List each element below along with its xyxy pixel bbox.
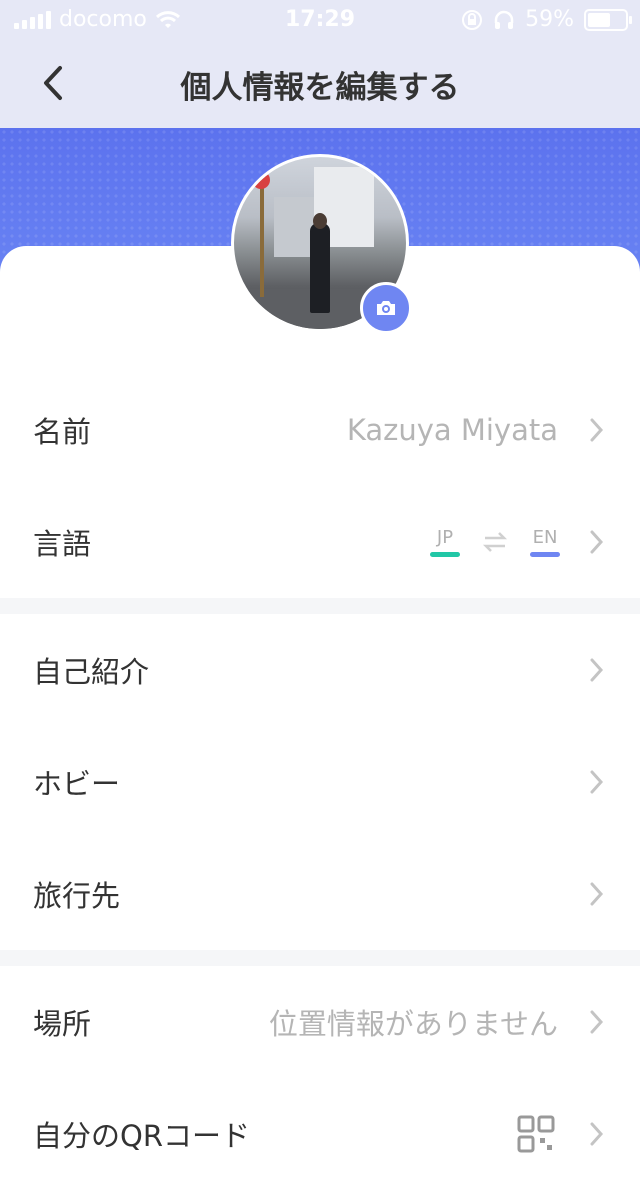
section-divider xyxy=(0,598,640,614)
page-title: 個人情報を編集する xyxy=(180,70,460,106)
hobby-label: ホビー xyxy=(33,767,121,801)
language-label: 言語 xyxy=(33,527,92,561)
row-travel-destination[interactable]: 旅行先 xyxy=(0,838,640,950)
qr-code-icon xyxy=(517,1115,555,1153)
chevron-right-icon xyxy=(590,882,604,906)
section-divider xyxy=(0,950,640,966)
chevron-right-icon xyxy=(590,770,604,794)
chevron-right-icon xyxy=(590,530,604,554)
qr-code-label: 自分のQRコード xyxy=(33,1119,250,1153)
top-bar: docomo 17:29 59% 個人情報を編集する xyxy=(0,0,640,128)
language-to-bar xyxy=(530,552,560,557)
camera-icon xyxy=(377,301,395,315)
chevron-right-icon xyxy=(590,1122,604,1146)
language-from-bar xyxy=(430,552,460,557)
name-label: 名前 xyxy=(33,415,92,449)
status-bar: docomo 17:29 59% xyxy=(0,0,640,40)
chevron-right-icon xyxy=(590,418,604,442)
row-self-introduction[interactable]: 自己紹介 xyxy=(0,614,640,726)
headphones-icon xyxy=(494,10,514,29)
battery-icon xyxy=(584,8,632,31)
language-to: EN xyxy=(532,527,558,548)
row-location[interactable]: 場所 位置情報がありません xyxy=(0,966,640,1078)
self-introduction-label: 自己紹介 xyxy=(33,655,150,689)
name-value: Kazuya Miyata xyxy=(346,413,558,447)
row-name[interactable]: 名前 Kazuya Miyata xyxy=(0,374,640,486)
swap-arrows-icon xyxy=(482,532,508,552)
battery-percent: 59% xyxy=(525,7,574,32)
language-from: JP xyxy=(436,527,454,548)
change-photo-button[interactable] xyxy=(360,282,412,334)
location-value: 位置情報がありません xyxy=(268,1007,558,1041)
orientation-lock-icon xyxy=(462,9,483,30)
chevron-right-icon xyxy=(590,658,604,682)
language-pair: JP EN xyxy=(430,527,560,557)
travel-destination-label: 旅行先 xyxy=(33,879,121,913)
location-label: 場所 xyxy=(33,1007,92,1041)
row-qr-code[interactable]: 自分のQRコード xyxy=(0,1078,640,1190)
chevron-right-icon xyxy=(590,1010,604,1034)
row-language[interactable]: 言語 JP EN xyxy=(0,486,640,598)
row-hobby[interactable]: ホビー xyxy=(0,726,640,838)
